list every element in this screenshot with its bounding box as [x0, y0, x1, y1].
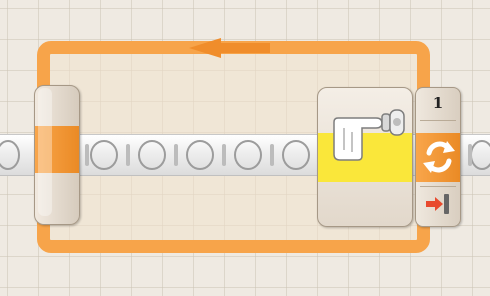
- loop-direction-arrow-icon: [189, 38, 270, 58]
- sensor-port-number: 1: [432, 94, 444, 112]
- touch-sensor-icon: [333, 109, 405, 161]
- loop-refresh-icon: [423, 141, 455, 173]
- touch-sensor-block[interactable]: [317, 87, 413, 227]
- stop-arrow-icon: [426, 194, 449, 214]
- loop-config-tab[interactable]: 1: [415, 87, 461, 227]
- loop-start-cap[interactable]: [34, 85, 80, 225]
